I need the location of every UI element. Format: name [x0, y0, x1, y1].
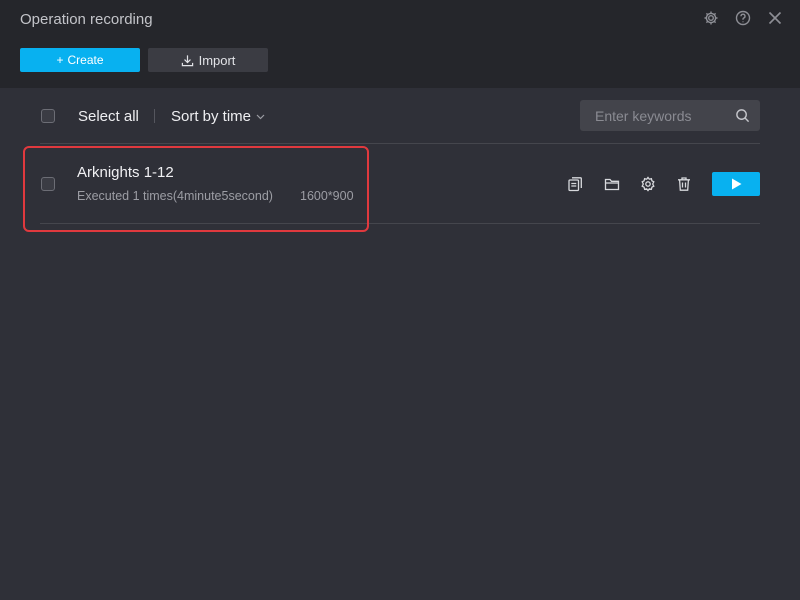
title-bar: Operation recording + Create Import — [0, 0, 800, 88]
settings-icon[interactable] — [639, 175, 657, 193]
select-all-checkbox[interactable] — [41, 109, 55, 123]
item-checkbox[interactable] — [41, 177, 55, 191]
download-icon — [181, 54, 193, 66]
sort-label: Sort by time — [171, 108, 252, 125]
import-button-label: Import — [198, 52, 236, 68]
select-all-label[interactable]: Select all — [78, 108, 139, 126]
create-button-label: Create — [67, 53, 104, 67]
gear-icon[interactable] — [700, 9, 722, 27]
sort-dropdown[interactable]: Sort by time — [171, 108, 265, 126]
search-input[interactable] — [580, 100, 730, 131]
list-item-divider — [40, 223, 760, 224]
recording-name: Arknights 1-12 — [77, 164, 174, 181]
delete-icon[interactable] — [675, 175, 693, 193]
close-icon[interactable] — [764, 9, 786, 27]
list-top-divider — [40, 143, 760, 144]
search-icon[interactable] — [735, 108, 750, 123]
play-icon — [731, 178, 741, 190]
help-icon[interactable] — [732, 9, 754, 27]
search-box — [580, 100, 760, 131]
copy-icon[interactable] — [566, 175, 584, 193]
execution-info: Executed 1 times(4minute5second) — [77, 189, 273, 203]
create-button[interactable]: + Create — [20, 48, 140, 72]
toolbar-divider — [154, 109, 155, 123]
window-title: Operation recording — [20, 11, 153, 28]
import-button[interactable]: Import — [148, 48, 268, 72]
window-controls — [700, 9, 786, 27]
plus-icon: + — [56, 53, 64, 67]
folder-icon[interactable] — [603, 175, 621, 193]
play-button[interactable] — [712, 172, 760, 196]
chevron-down-icon — [256, 114, 265, 120]
resolution-info: 1600*900 — [300, 189, 354, 203]
